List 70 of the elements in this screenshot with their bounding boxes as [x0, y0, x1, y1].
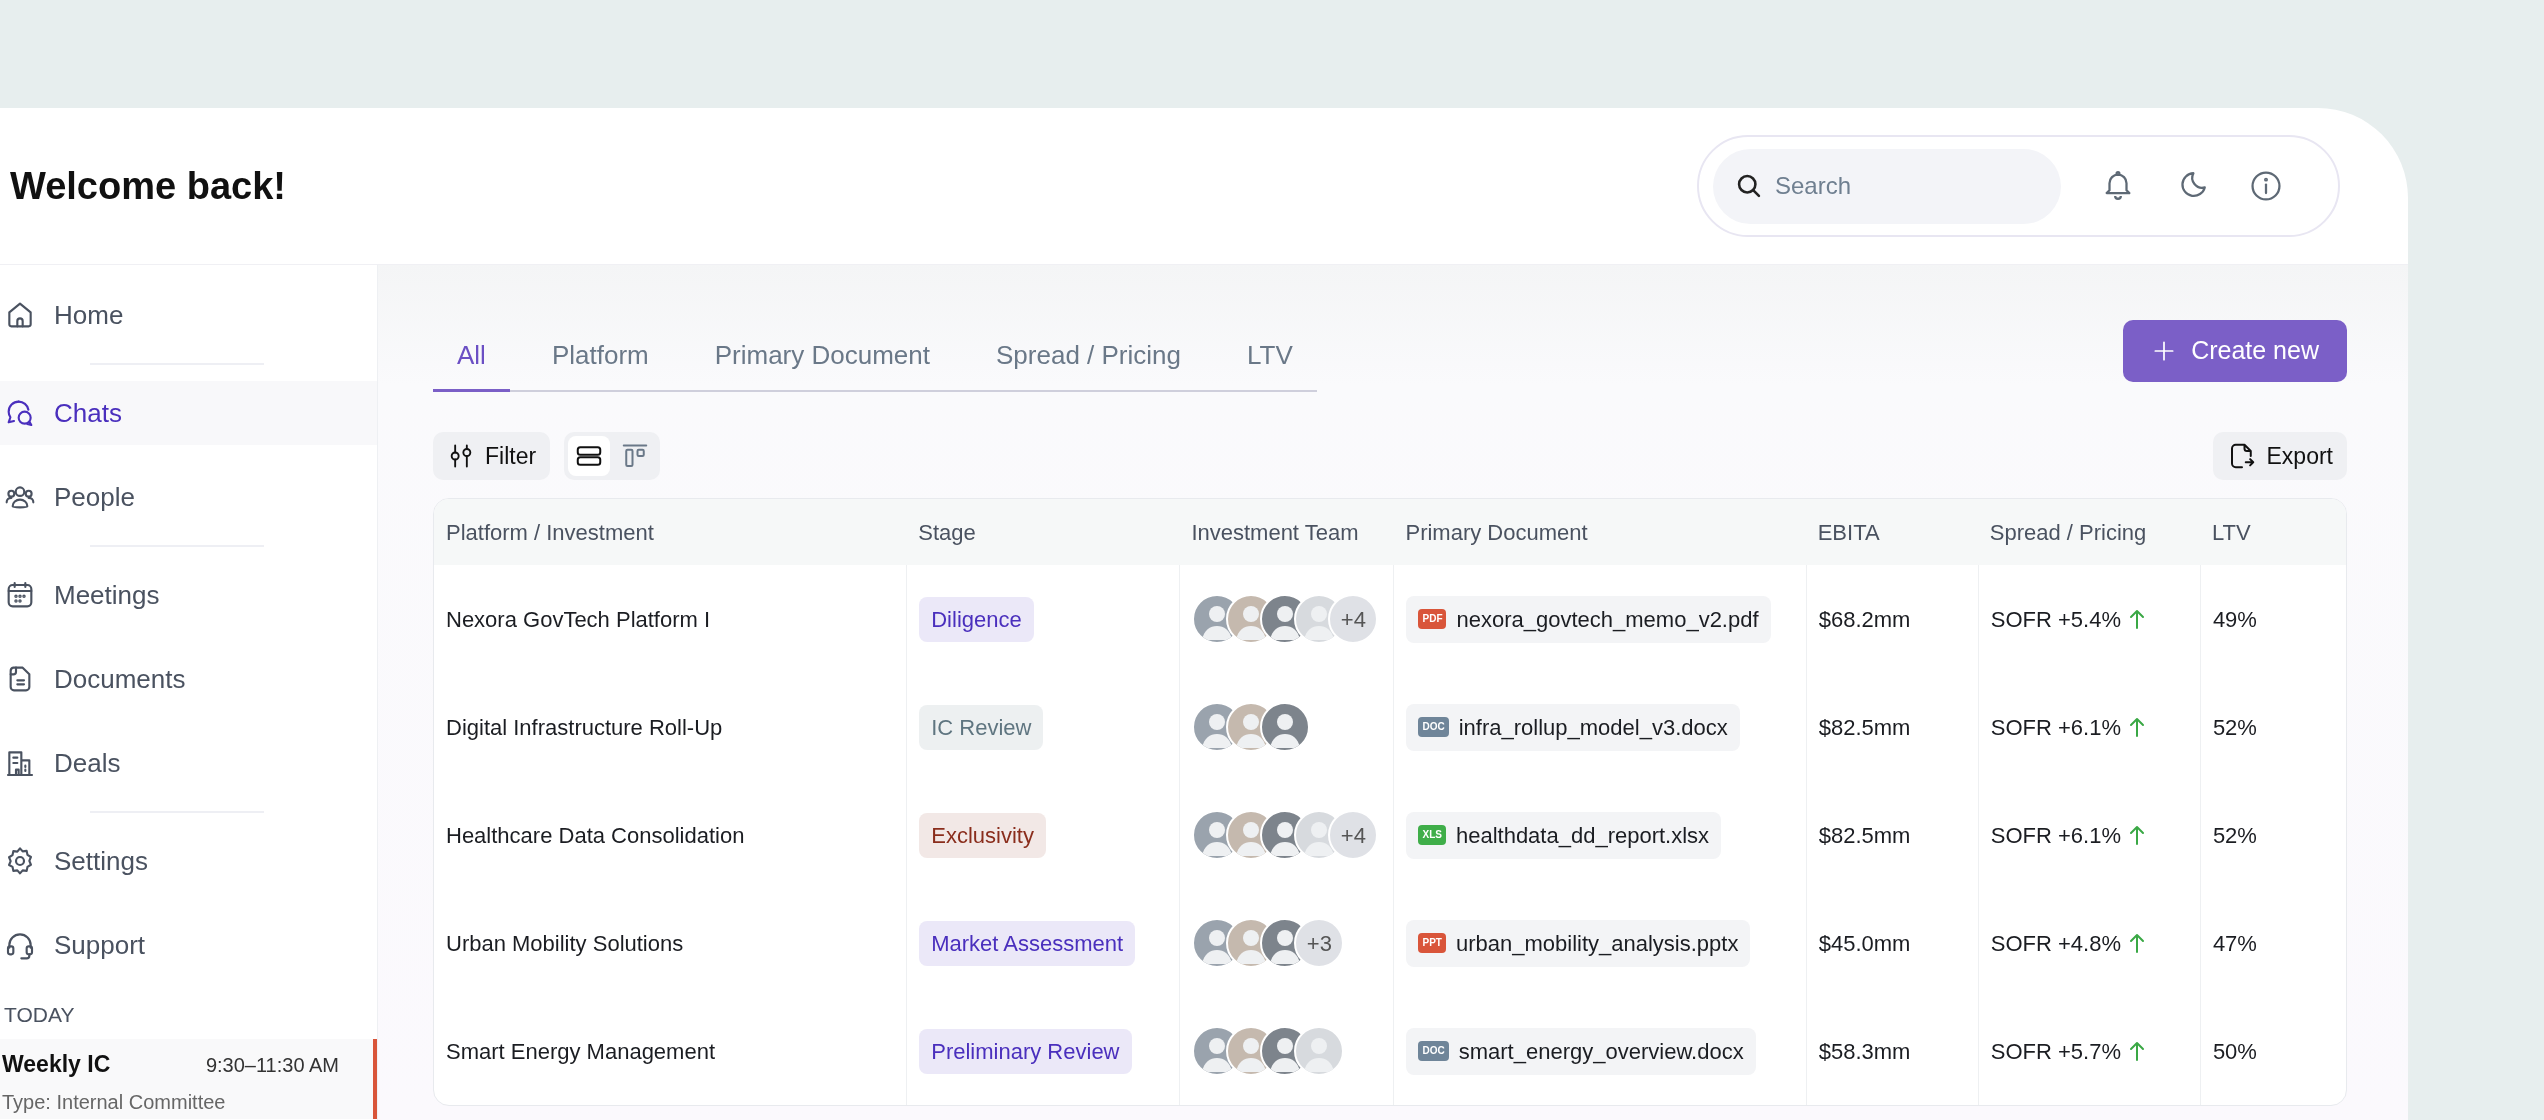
document-chip[interactable]: XLS healthdata_dd_report.xlsx: [1406, 811, 1722, 859]
filter-button[interactable]: Filter: [433, 432, 551, 480]
investment-name: Digital Infrastructure Roll-Up: [446, 714, 723, 740]
investment-name: Healthcare Data Consolidation: [446, 822, 745, 848]
more-members-count: +3: [1294, 918, 1345, 968]
column-header: Spread / Pricing: [1989, 519, 2147, 545]
column-header: Investment Team: [1191, 519, 1359, 545]
ebita-value: $45.0mm: [1818, 930, 1911, 956]
spread-value: SOFR +4.8%: [1990, 929, 2121, 958]
sidebar-item[interactable]: People: [0, 465, 377, 529]
document-chip[interactable]: PPT urban_mobility_analysis.pptx: [1406, 919, 1751, 967]
ebita-value: $82.5mm: [1818, 822, 1911, 848]
export-button[interactable]: Export: [2212, 432, 2347, 480]
sidebar-item[interactable]: Home: [0, 283, 377, 347]
ebita-value: $58.3mm: [1818, 1038, 1911, 1064]
stage-tag: IC Review: [919, 704, 1044, 750]
more-members-count: +4: [1328, 594, 1379, 644]
sidebar-item[interactable]: Deals: [0, 731, 377, 795]
spread-value: SOFR +6.1%: [1990, 821, 2121, 850]
column-header: Platform / Investment: [446, 519, 654, 545]
ltv-value: 49%: [2212, 606, 2257, 632]
column-header: Primary Document: [1405, 519, 1588, 545]
tab[interactable]: LTV: [1223, 320, 1317, 392]
ltv-value: 50%: [2212, 1038, 2257, 1064]
investment-name: Smart Energy Management: [446, 1038, 716, 1064]
stage-tag: Market Assessment: [919, 920, 1136, 966]
meeting-title: Weekly IC: [2, 1049, 111, 1079]
ltv-value: 47%: [2212, 930, 2257, 956]
stage-tag: Exclusivity: [919, 812, 1046, 858]
file-type-tag: DOC: [1418, 1041, 1449, 1061]
document-chip[interactable]: DOC infra_rollup_model_v3.docx: [1406, 703, 1740, 751]
stage-tag: Diligence: [919, 596, 1034, 642]
spread-value: SOFR +5.4%: [1990, 605, 2121, 634]
tab[interactable]: Spread / Pricing: [972, 320, 1205, 392]
file-type-tag: PDF: [1418, 609, 1447, 629]
document-chip[interactable]: PDF nexora_govtech_memo_v2.pdf: [1406, 595, 1771, 643]
spread-value: SOFR +5.7%: [1990, 1037, 2121, 1066]
ltv-value: 52%: [2212, 714, 2257, 740]
column-header: LTV: [2211, 519, 2251, 545]
create-new-button[interactable]: Create new: [2123, 320, 2347, 382]
sidebar-item[interactable]: Support: [0, 913, 377, 977]
stage-tag: Preliminary Review: [919, 1028, 1132, 1074]
meeting-type: Type: Internal Committee: [2, 1090, 227, 1115]
column-header: EBITA: [1817, 519, 1880, 545]
sidebar-item[interactable]: Chats: [0, 381, 377, 445]
search-field[interactable]: Search: [1713, 148, 2061, 224]
tab[interactable]: Primary Document: [690, 320, 954, 392]
ebita-value: $82.5mm: [1818, 714, 1911, 740]
info-icon[interactable]: [2249, 169, 2283, 203]
view-toggle-button[interactable]: [568, 436, 611, 476]
tab[interactable]: Platform: [527, 320, 673, 392]
file-type-tag: PPT: [1418, 933, 1446, 953]
meeting-time: 9:30–11:30 AM: [205, 1052, 339, 1078]
column-header: Stage: [918, 519, 976, 545]
ebita-value: $68.2mm: [1818, 606, 1911, 632]
sidebar-item[interactable]: Meetings: [0, 563, 377, 627]
more-members-count: +4: [1328, 810, 1379, 860]
page-title: Welcome back!: [10, 163, 286, 209]
sidebar-item[interactable]: Settings: [0, 829, 377, 893]
meeting-item[interactable]: Weekly IC 9:30–11:30 AM Type: Internal Committee: [0, 1038, 377, 1119]
tab[interactable]: All: [433, 320, 510, 392]
sidebar-item[interactable]: Documents: [0, 647, 377, 711]
section-heading: TODAY: [4, 1002, 76, 1028]
investment-name: Urban Mobility Solutions: [446, 930, 684, 956]
file-type-tag: DOC: [1418, 717, 1449, 737]
ltv-value: 52%: [2212, 822, 2257, 848]
investment-name: Nexora GovTech Platform I: [446, 606, 711, 632]
file-type-tag: XLS: [1418, 825, 1446, 845]
spread-value: SOFR +6.1%: [1990, 713, 2121, 742]
document-chip[interactable]: DOC smart_energy_overview.docx: [1406, 1027, 1756, 1075]
